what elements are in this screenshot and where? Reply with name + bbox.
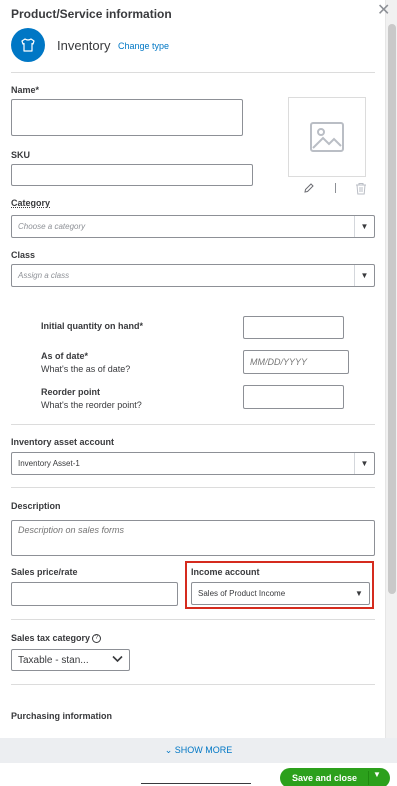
footer-divider [141, 783, 251, 784]
item-type-name: Inventory [57, 38, 111, 53]
scrollbar-thumb[interactable] [388, 24, 396, 594]
sales-tax-value: Taxable - stan... [18, 654, 89, 666]
help-icon[interactable]: ? [92, 634, 102, 644]
category-label: Category [11, 198, 51, 208]
class-label: Class [11, 250, 36, 260]
inventory-asset-label: Inventory asset account [11, 437, 115, 447]
name-label: Name* [11, 85, 40, 95]
close-icon[interactable]: ✕ [377, 3, 390, 19]
inventory-asset-select[interactable]: Inventory Asset-1 ▼ [11, 452, 375, 475]
divider [11, 619, 375, 620]
save-and-close-label: Save and close [292, 773, 358, 783]
income-account-value: Sales of Product Income [198, 589, 286, 598]
panel-title: Product/Service information [11, 7, 172, 21]
as-of-date-input[interactable] [243, 350, 349, 374]
button-divider [368, 771, 369, 785]
as-of-date-help-link[interactable]: What's the as of date? [41, 364, 130, 374]
sales-tax-select[interactable]: Taxable - stan... [11, 649, 130, 671]
caret-down-icon: ▼ [355, 589, 363, 598]
initial-qty-label: Initial quantity on hand* [41, 321, 143, 331]
name-input[interactable] [11, 99, 243, 136]
divider [11, 487, 375, 488]
image-icon [310, 122, 344, 152]
product-image-placeholder[interactable] [288, 97, 366, 177]
sales-tax-label: Sales tax category? [11, 633, 102, 644]
initial-qty-input[interactable] [243, 316, 344, 339]
save-and-close-button[interactable]: Save and close ▼ [280, 768, 390, 786]
reorder-point-input[interactable] [243, 385, 344, 409]
chevron-down-icon [112, 653, 123, 667]
pencil-icon[interactable] [303, 182, 315, 194]
description-input[interactable] [11, 520, 375, 556]
sales-price-label: Sales price/rate [11, 567, 78, 577]
reorder-point-label: Reorder point [41, 387, 101, 397]
income-account-label: Income account [191, 567, 260, 577]
divider [11, 684, 375, 685]
scrollbar[interactable] [385, 0, 397, 738]
income-account-select[interactable]: Sales of Product Income ▼ [191, 582, 370, 605]
sku-input[interactable] [11, 164, 253, 186]
sales-price-input[interactable] [11, 582, 178, 606]
change-type-link[interactable]: Change type [118, 41, 169, 51]
tshirt-icon [11, 28, 45, 62]
purchasing-info-label: Purchasing information [11, 711, 113, 721]
product-service-panel: Product/Service information ✕ Inventory … [0, 0, 397, 786]
class-placeholder: Assign a class [18, 271, 70, 280]
divider [11, 72, 375, 73]
tool-separator [334, 183, 336, 193]
as-of-date-label: As of date* [41, 351, 89, 361]
caret-down-icon: ▼ [354, 265, 374, 286]
inventory-asset-value: Inventory Asset-1 [18, 459, 80, 468]
sales-tax-label-text: Sales tax category [11, 633, 91, 643]
class-select[interactable]: Assign a class ▼ [11, 264, 375, 287]
category-placeholder: Choose a category [18, 222, 86, 231]
divider [11, 424, 375, 425]
caret-down-icon[interactable]: ▼ [373, 770, 381, 779]
caret-down-icon: ▼ [354, 216, 374, 237]
category-select[interactable]: Choose a category ▼ [11, 215, 375, 238]
show-more-button[interactable]: ⌄ SHOW MORE [0, 738, 397, 763]
description-label: Description [11, 501, 61, 511]
image-tools [303, 180, 367, 196]
sku-label: SKU [11, 150, 31, 160]
caret-down-icon: ▼ [354, 453, 374, 474]
reorder-point-help-link[interactable]: What's the reorder point? [41, 400, 142, 410]
trash-icon[interactable] [355, 182, 367, 195]
